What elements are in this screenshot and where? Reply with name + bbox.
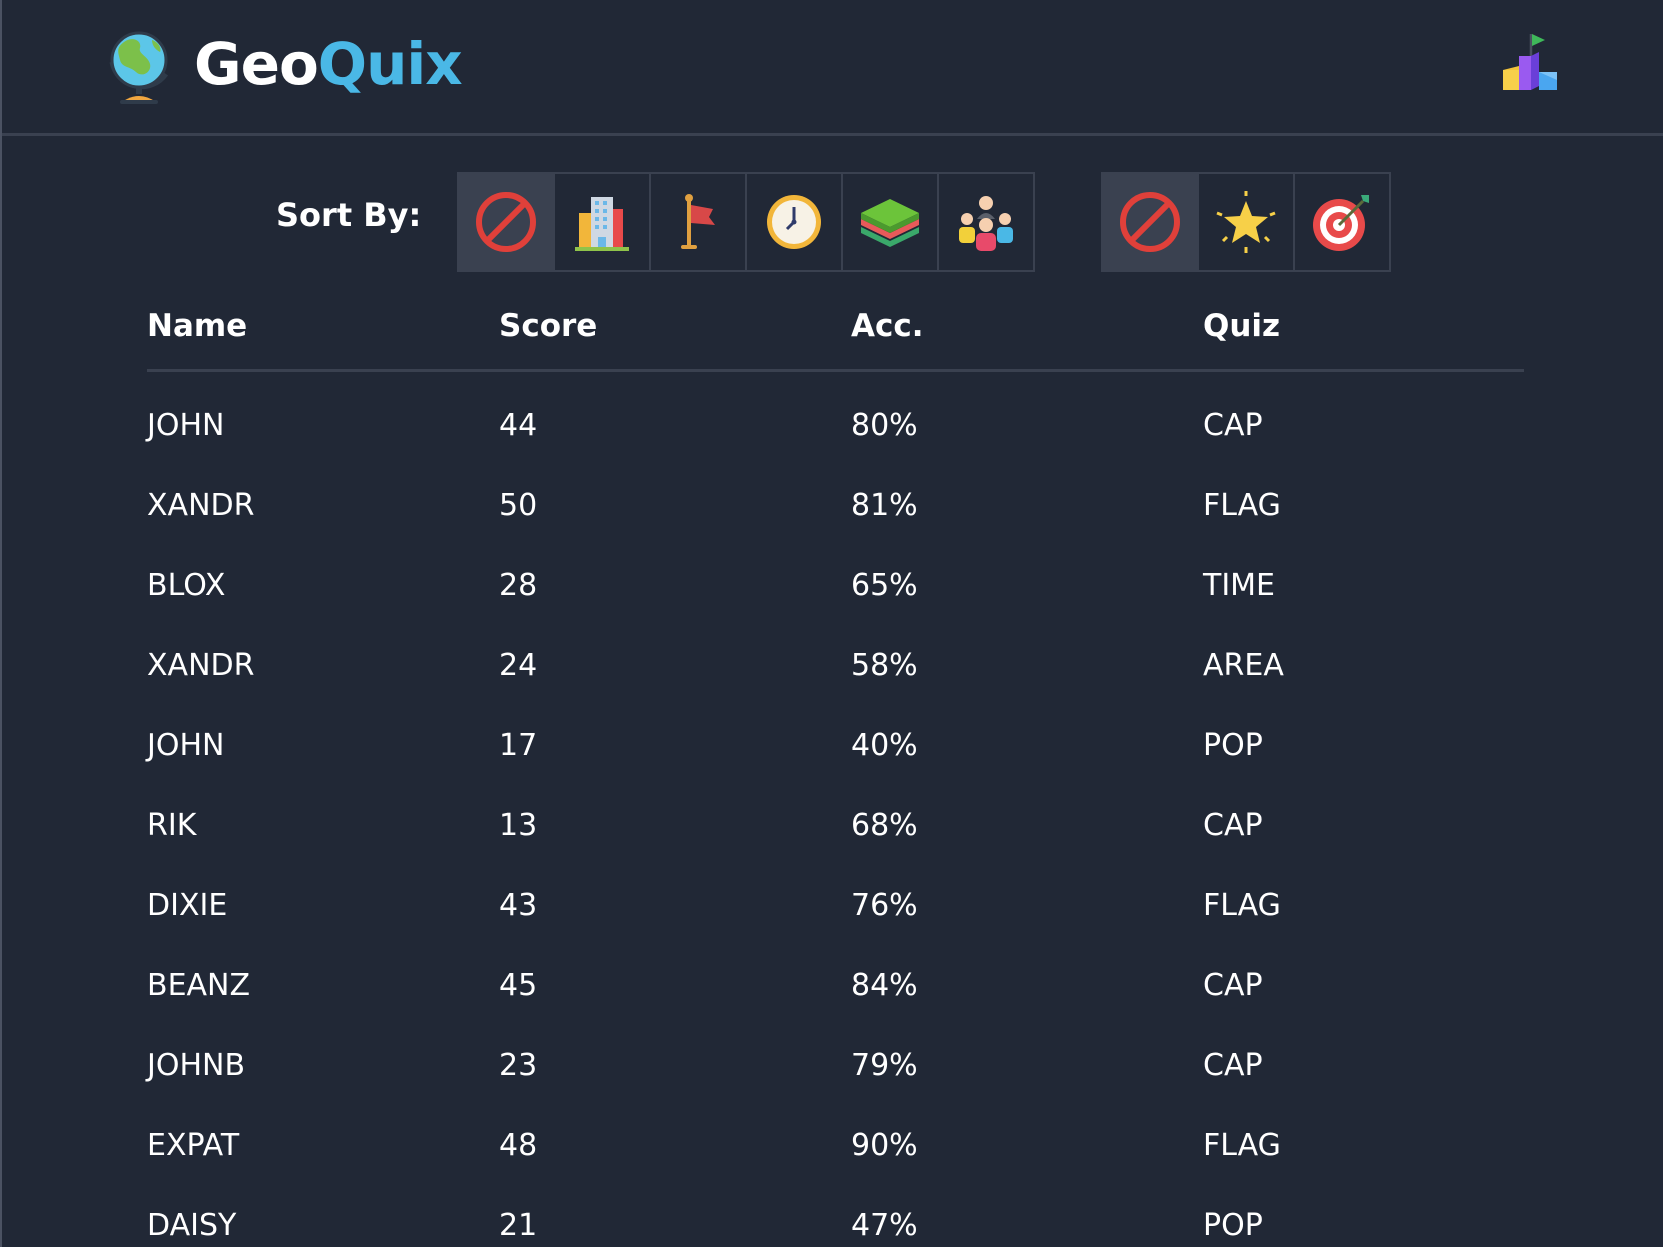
cell-name: DIXIE [147,888,228,923]
cell-score: 43 [499,888,538,923]
table-row: JOHN 44 80% CAP [147,400,1524,480]
cell-accuracy: 40% [851,728,918,763]
table-row: DAISY 21 47% POP [147,1200,1524,1247]
filter-flags-button[interactable] [651,174,745,270]
table-row: DIXIE 43 76% FLAG [147,880,1524,960]
table-header: Name Score Acc. Quiz [147,308,1524,372]
cell-accuracy: 47% [851,1208,918,1243]
metric-filter-group [1101,172,1391,272]
flag-icon [681,194,715,249]
cell-quiz: CAP [1203,808,1263,843]
filter-area-button[interactable] [843,174,937,270]
metric-accuracy-button[interactable] [1295,174,1389,270]
people-icon [959,196,1013,251]
cell-accuracy: 58% [851,648,918,683]
table-row: XANDR 50 81% FLAG [147,480,1524,560]
clock-icon [767,195,821,249]
cell-name: BLOX [147,568,226,603]
table-row: JOHN 17 40% POP [147,720,1524,800]
table-row: RIK 13 68% CAP [147,800,1524,880]
cell-name: XANDR [147,648,255,683]
table-row: BEANZ 45 84% CAP [147,960,1524,1040]
filter-population-button[interactable] [939,174,1033,270]
column-header-score[interactable]: Score [499,308,597,344]
column-header-name[interactable]: Name [147,308,247,344]
cell-quiz: FLAG [1203,488,1281,523]
column-header-accuracy[interactable]: Acc. [851,308,924,344]
cell-quiz: CAP [1203,968,1263,1003]
cell-score: 48 [499,1128,538,1163]
cell-accuracy: 84% [851,968,918,1003]
cell-quiz: TIME [1203,568,1276,603]
brand-name: GeoQuix [194,35,463,93]
filter-time-button[interactable] [747,174,841,270]
cell-name: JOHNB [147,1048,246,1083]
metric-none-button[interactable] [1103,174,1197,270]
cell-score: 50 [499,488,538,523]
cell-quiz: CAP [1203,408,1263,443]
cell-score: 13 [499,808,538,843]
filter-none-button[interactable] [459,174,553,270]
cell-accuracy: 81% [851,488,918,523]
star-icon [1216,191,1276,253]
cell-name: DAISY [147,1208,237,1243]
metric-score-button[interactable] [1199,174,1293,270]
cell-accuracy: 80% [851,408,918,443]
podium-icon[interactable] [1499,30,1563,96]
app-frame: GeoQuix Sort By: Name Score Acc. Quiz JO… [0,0,1663,1247]
cell-score: 44 [499,408,538,443]
sort-label: Sort By: [276,196,422,234]
cell-quiz: AREA [1203,648,1284,683]
table-body: JOHN 44 80% CAP XANDR 50 81% FLAG BLOX 2… [147,400,1524,1247]
cell-score: 45 [499,968,538,1003]
cell-score: 17 [499,728,538,763]
filter-capitals-button[interactable] [555,174,649,270]
cell-quiz: POP [1203,728,1263,763]
cell-accuracy: 90% [851,1128,918,1163]
cell-name: EXPAT [147,1128,240,1163]
cell-accuracy: 65% [851,568,918,603]
quiz-filter-group [457,172,1035,272]
table-row: JOHNB 23 79% CAP [147,1040,1524,1120]
globe-icon [102,22,176,106]
cell-score: 21 [499,1208,538,1243]
cell-quiz: FLAG [1203,1128,1281,1163]
brand-name-geo: Geo [194,30,319,98]
brand[interactable]: GeoQuix [102,22,463,106]
cell-quiz: POP [1203,1208,1263,1243]
cell-quiz: FLAG [1203,888,1281,923]
cell-name: RIK [147,808,197,843]
cell-score: 23 [499,1048,538,1083]
header: GeoQuix [2,0,1663,136]
cell-name: XANDR [147,488,255,523]
cell-name: JOHN [147,728,225,763]
cell-accuracy: 79% [851,1048,918,1083]
buildings-icon [575,197,629,251]
cell-score: 24 [499,648,538,683]
no-filter-icon [1120,192,1180,252]
cell-accuracy: 76% [851,888,918,923]
table-row: EXPAT 48 90% FLAG [147,1120,1524,1200]
cell-name: JOHN [147,408,225,443]
brand-name-quix: Quix [317,30,463,98]
column-header-quiz[interactable]: Quiz [1203,308,1280,344]
land-layers-icon [861,199,919,247]
cell-accuracy: 68% [851,808,918,843]
no-filter-icon [476,192,536,252]
table-row: XANDR 24 58% AREA [147,640,1524,720]
cell-quiz: CAP [1203,1048,1263,1083]
cell-name: BEANZ [147,968,251,1003]
target-icon [1313,195,1369,251]
table-row: BLOX 28 65% TIME [147,560,1524,640]
cell-score: 28 [499,568,538,603]
